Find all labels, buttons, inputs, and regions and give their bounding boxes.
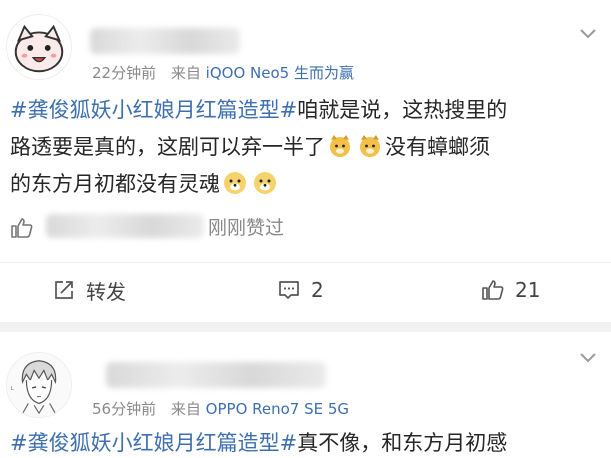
- dog-emoji-icon: [328, 133, 352, 157]
- post-time: 22分钟前: [92, 64, 157, 82]
- dog-emoji-icon: [223, 170, 247, 194]
- content-text: 真不像，和东方月初感: [297, 431, 508, 455]
- post-time: 56分钟前: [92, 400, 157, 418]
- comment-icon: [279, 281, 299, 299]
- svg-text:L: L: [11, 386, 14, 392]
- post-card: L 56分钟前 来自 OPPO Reno7 SE 5G #龚俊狐妖小红娘月红篇造…: [0, 332, 611, 455]
- like-count: 21: [515, 278, 541, 302]
- post-from-label: 来自: [170, 400, 201, 418]
- repost-label: 转发: [86, 279, 126, 304]
- username-blurred[interactable]: [106, 362, 326, 388]
- like-button[interactable]: 21: [481, 277, 540, 303]
- post-separator: [0, 322, 611, 332]
- post-source-device[interactable]: OPPO Reno7 SE 5G: [206, 400, 349, 418]
- content-text: 的东方月初都没有灵魂: [10, 172, 220, 196]
- comment-count: 2: [311, 278, 324, 302]
- liked-by-text: 刚刚赞过: [208, 217, 285, 239]
- chevron-down-icon[interactable]: [577, 22, 599, 44]
- post-from-label: 来自: [170, 64, 201, 82]
- post-content: #龚俊狐妖小红娘月红篇造型#真不像，和东方月初感: [10, 428, 507, 458]
- action-bar: 转发 2 21: [0, 262, 611, 315]
- dog-emoji-icon: [253, 170, 277, 194]
- repost-icon: [55, 281, 73, 299]
- username-blurred[interactable]: [90, 28, 240, 54]
- thumbs-up-icon: [482, 280, 504, 300]
- content-line: 的东方月初都没有灵魂: [10, 166, 602, 203]
- post-content: #龚俊狐妖小红娘月红篇造型#咱就是说，这热搜里的 路透要是真的，这剧可以弃一半了…: [10, 92, 602, 203]
- dog-emoji-icon: [358, 133, 382, 157]
- post-meta: 56分钟前 来自 OPPO Reno7 SE 5G: [92, 398, 349, 419]
- content-line: 路透要是真的，这剧可以弃一半了 没有蟑螂须: [10, 129, 602, 166]
- avatar[interactable]: L: [6, 352, 72, 418]
- post-source-device[interactable]: iQOO Neo5 生而为赢: [206, 64, 354, 82]
- liked-by-row[interactable]: 刚刚赞过: [10, 210, 600, 244]
- chevron-down-icon[interactable]: [577, 346, 599, 368]
- anime-sketch-avatar-icon: L: [7, 353, 71, 417]
- post-card: 22分钟前 来自 iQOO Neo5 生而为赢 #龚俊狐妖小红娘月红篇造型#咱就…: [0, 0, 611, 322]
- thumbs-up-icon: [11, 218, 33, 238]
- post-meta: 22分钟前 来自 iQOO Neo5 生而为赢: [92, 62, 354, 83]
- hashtag-link[interactable]: #龚俊狐妖小红娘月红篇造型#: [10, 98, 297, 122]
- content-text: 没有蟑螂须: [385, 135, 490, 159]
- cartoon-avatar-icon: [7, 15, 71, 79]
- comment-button[interactable]: 2: [277, 277, 324, 303]
- hashtag-link[interactable]: #龚俊狐妖小红娘月红篇造型#: [10, 431, 297, 455]
- content-text: 路透要是真的，这剧可以弃一半了: [10, 135, 325, 159]
- content-line: #龚俊狐妖小红娘月红篇造型#咱就是说，这热搜里的: [10, 92, 602, 129]
- content-text: 咱就是说，这热搜里的: [297, 98, 508, 122]
- liked-by-names-blurred: [46, 214, 204, 238]
- avatar[interactable]: [6, 14, 72, 80]
- repost-button[interactable]: 转发: [52, 277, 126, 304]
